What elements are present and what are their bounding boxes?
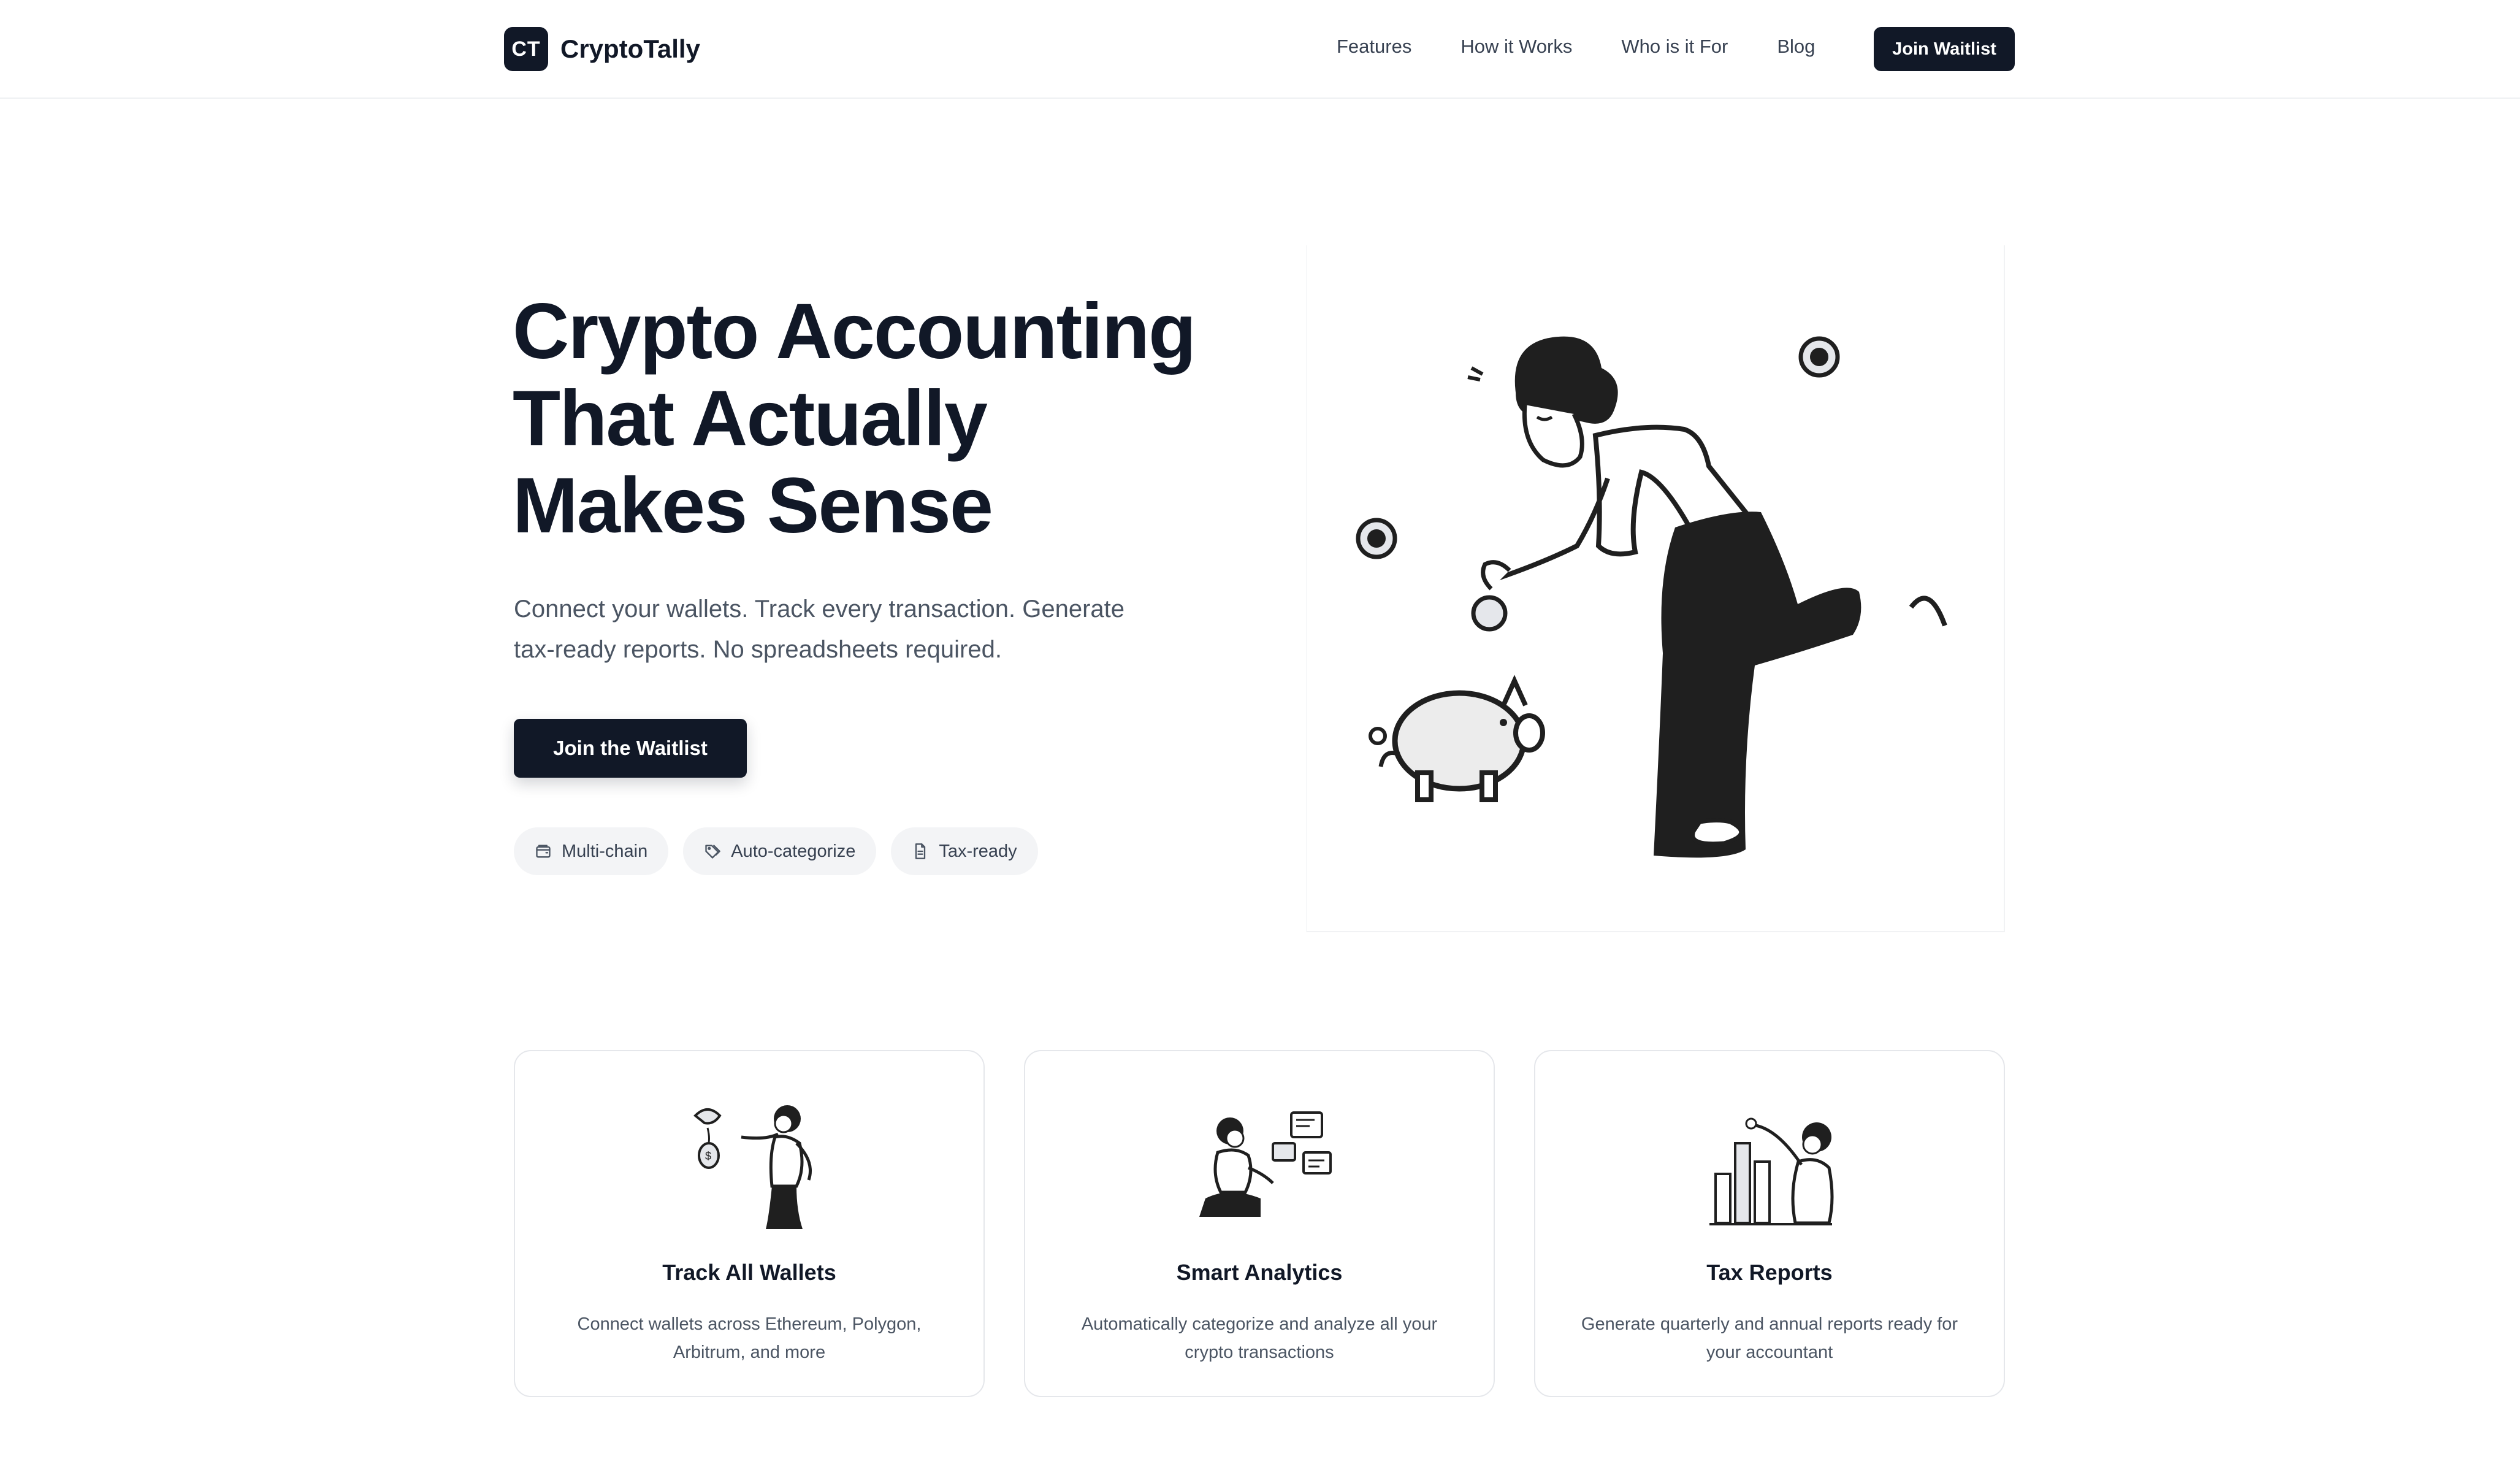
card-description-line: Automatically categorize and analyze all… [1081, 1314, 1438, 1334]
card-description: Connect wallets across Ethereum, Polygon… [552, 1310, 947, 1366]
brand-logo[interactable]: CT CryptoTally [504, 27, 700, 71]
nav-links: Features How it Works Who is it For Blog [1337, 36, 1815, 58]
card-description-line: Arbitrum, and more [673, 1343, 826, 1362]
piggy-bank-illustration [1356, 336, 1947, 858]
top-navbar: CT CryptoTally Features How it Works Who… [0, 0, 2520, 99]
nav-link-how-it-works[interactable]: How it Works [1460, 36, 1572, 58]
coin-icon [1798, 336, 1840, 378]
nav-link-features[interactable]: Features [1337, 36, 1411, 58]
feature-card-smart-analytics[interactable]: Smart Analytics Automatically categorize… [1024, 1050, 1495, 1397]
feature-card-tax-reports[interactable]: Tax Reports Generate quarterly and annua… [1534, 1050, 2005, 1397]
pill-multi-chain: Multi-chain [514, 827, 669, 875]
card-description: Generate quarterly and annual reports re… [1572, 1310, 1967, 1366]
hero-title: Crypto Accounting That Actually Makes Se… [513, 288, 1310, 550]
coin-icon [1356, 518, 1397, 559]
hero-illustration [1306, 245, 2005, 932]
hero-subtitle: Connect your wallets. Track every transa… [514, 589, 1237, 670]
card-description-line: Generate quarterly and annual reports re… [1581, 1314, 1958, 1334]
card-description-line: your accountant [1706, 1343, 1833, 1362]
hero-title-line: Crypto Accounting [513, 288, 1196, 375]
card-description-line: Connect wallets across Ethereum, Polygon… [577, 1314, 922, 1334]
pill-tax-ready: Tax-ready [891, 827, 1038, 875]
svg-text:$: $ [705, 1150, 711, 1162]
piggy-bank-icon [1369, 675, 1545, 802]
logo-mark: CT [504, 27, 548, 71]
pill-label: Auto-categorize [731, 841, 856, 861]
brand-name: CryptoTally [560, 34, 700, 63]
nav-link-blog[interactable]: Blog [1777, 36, 1815, 58]
card-description: Automatically categorize and analyze all… [1062, 1310, 1457, 1366]
tag-icon [705, 845, 721, 859]
feature-pills: Multi-chain Auto-categorize Tax-ready [514, 827, 1053, 875]
card-title: Tax Reports [1706, 1260, 1833, 1285]
person-figure [1471, 336, 1947, 858]
hero-subtitle-line: tax-ready reports. No spreadsheets requi… [514, 636, 1002, 663]
pill-label: Multi-chain [562, 841, 648, 861]
hero-subtitle-line: Connect your wallets. Track every transa… [514, 596, 1125, 623]
card-description-line: crypto transactions [1185, 1343, 1334, 1362]
card-title: Smart Analytics [1176, 1260, 1343, 1285]
nav-link-who-is-it-for[interactable]: Who is it For [1621, 36, 1728, 58]
tax-report-illustration [1709, 1117, 1834, 1225]
document-icon [915, 843, 926, 859]
wallet-tracking-illustration: $ [693, 1105, 812, 1229]
analytics-illustration [1199, 1111, 1332, 1217]
hero-title-line: Makes Sense [513, 462, 993, 550]
join-the-waitlist-button[interactable]: Join the Waitlist [514, 719, 747, 778]
hero-title-line: That Actually [513, 375, 988, 462]
join-waitlist-button[interactable]: Join Waitlist [1874, 27, 2015, 71]
feature-card-track-all-wallets[interactable]: $ Track All Wallets Connect wallets acro… [514, 1050, 985, 1397]
wallet-icon [536, 845, 551, 858]
pill-auto-categorize: Auto-categorize [683, 827, 877, 875]
card-title: Track All Wallets [662, 1260, 836, 1285]
pill-label: Tax-ready [939, 841, 1017, 861]
